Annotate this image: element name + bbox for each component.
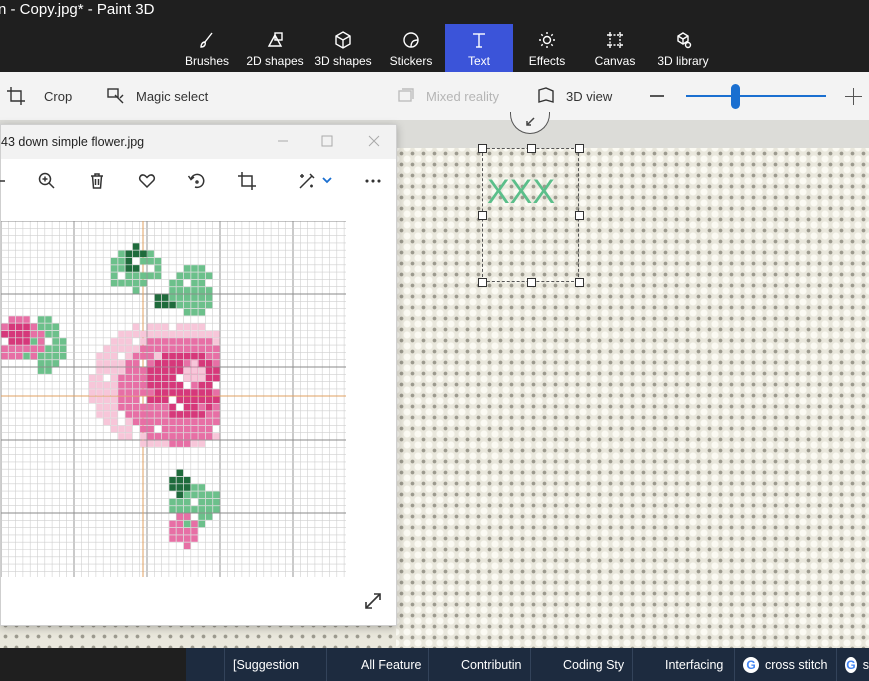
tool-label: Brushes: [184, 54, 230, 68]
taskbar-item-label: s: [862, 657, 869, 672]
cube-icon: [335, 31, 351, 49]
tool-label: Canvas: [594, 54, 636, 68]
zoom-in-button[interactable]: [845, 88, 862, 105]
taskbar-item[interactable]: [Suggestion: [224, 648, 326, 681]
taskbar-item[interactable]: Gcross stitch: [734, 648, 836, 681]
cross-stitch-pattern-image: [1, 221, 346, 577]
taskbar-item[interactable]: Interfacing: [632, 648, 734, 681]
zoom-slider[interactable]: [686, 95, 826, 97]
more-icon[interactable]: [363, 171, 383, 191]
brush-icon: [200, 32, 213, 48]
tool-3d-library[interactable]: 3D library: [654, 24, 712, 72]
crop-icon: [7, 87, 25, 105]
text-box-content[interactable]: XXX: [487, 173, 555, 212]
zoom-in-icon[interactable]: [37, 171, 57, 191]
google-icon: G: [845, 656, 857, 673]
magic-select-label: Magic select: [136, 88, 209, 104]
resize-handle[interactable]: [478, 144, 487, 153]
resize-handle[interactable]: [478, 278, 487, 287]
text-box[interactable]: XXX: [478, 144, 584, 287]
taskbar-item[interactable]: All Feature: [326, 648, 428, 681]
taskbar: [Suggestion All Feature Contributin Codi…: [186, 648, 869, 681]
minimize-icon[interactable]: [275, 133, 291, 149]
taskbar-item[interactable]: Gs: [836, 648, 869, 681]
sticker-icon: [403, 32, 419, 48]
delete-icon[interactable]: [87, 171, 107, 191]
zoom-out-button[interactable]: [650, 95, 664, 97]
tool-label: Text: [467, 54, 490, 68]
viewer-title: 43 down simple flower.jpg: [1, 135, 145, 149]
taskbar-item[interactable]: Coding Sty: [530, 648, 632, 681]
zoom-slider-thumb[interactable]: [731, 84, 740, 109]
paint3d-title-bar: n - Copy.jpg* - Paint 3D Brushes 2D shap…: [0, 0, 869, 72]
edit-icon[interactable]: [297, 171, 317, 191]
aida-cloth-canvas[interactable]: [396, 148, 869, 648]
resize-handle[interactable]: [527, 278, 536, 287]
tool-3d-shapes[interactable]: 3D shapes: [314, 24, 372, 72]
resize-handle[interactable]: [575, 144, 584, 153]
google-icon: G: [743, 656, 759, 673]
tool-label: 3D library: [657, 54, 709, 68]
photos-viewer-window: 43 down simple flower.jpg: [0, 124, 397, 626]
maximize-icon[interactable]: [319, 133, 335, 149]
crop-icon[interactable]: [237, 171, 257, 191]
mixed-reality-icon: [398, 88, 414, 102]
rotate-icon[interactable]: [187, 171, 207, 191]
favorite-icon[interactable]: [137, 171, 157, 191]
resize-handle[interactable]: [527, 144, 536, 153]
taskbar-item-label: Contributin: [461, 657, 522, 672]
taskbar-item-label: Interfacing: [665, 657, 724, 672]
tool-label: 2D shapes: [246, 54, 304, 68]
tool-label: Stickers: [389, 54, 433, 68]
chevron-down-icon[interactable]: [321, 173, 333, 185]
mixed-reality-button[interactable]: Mixed reality: [396, 72, 499, 120]
tool-text[interactable]: Text: [445, 24, 513, 72]
crop-label: Crop: [44, 88, 73, 104]
tool-stickers[interactable]: Stickers: [388, 24, 434, 72]
resize-handle[interactable]: [478, 211, 487, 220]
text-icon: [473, 33, 485, 48]
canvas-icon: [607, 32, 623, 48]
taskbar-item-label: cross stitch: [765, 657, 828, 672]
mixed-reality-label: Mixed reality: [426, 88, 499, 104]
magic-select-icon: [107, 88, 124, 104]
tool-2d-shapes[interactable]: 2D shapes: [246, 24, 304, 72]
zoom-out-icon[interactable]: [0, 171, 13, 191]
expand-icon[interactable]: [363, 591, 383, 611]
3d-view-label: 3D view: [566, 88, 613, 104]
tool-label: Effects: [528, 54, 566, 68]
resize-handle[interactable]: [575, 211, 584, 220]
sun-icon: [539, 32, 555, 48]
crop-button[interactable]: Crop: [6, 72, 72, 120]
2d-shapes-icon: [267, 32, 283, 47]
tool-canvas[interactable]: Canvas: [594, 24, 636, 72]
tool-brushes[interactable]: Brushes: [184, 24, 230, 72]
resize-handle[interactable]: [575, 278, 584, 287]
viewer-title-bar[interactable]: 43 down simple flower.jpg: [1, 125, 396, 159]
taskbar-item-label: Coding Sty: [563, 657, 625, 672]
magic-select-button[interactable]: Magic select: [106, 72, 208, 120]
taskbar-item-label: All Feature: [361, 657, 422, 672]
taskbar-item[interactable]: Contributin: [428, 648, 530, 681]
rotate-icon: [526, 117, 535, 126]
3d-library-icon: [677, 32, 692, 49]
close-icon[interactable]: [366, 133, 382, 149]
tool-effects[interactable]: Effects: [526, 24, 568, 72]
taskbar-item-label: [Suggestion: [233, 657, 300, 672]
3d-view-icon: [538, 87, 554, 103]
tool-label: 3D shapes: [314, 54, 372, 68]
window-title: n - Copy.jpg* - Paint 3D: [0, 1, 155, 18]
